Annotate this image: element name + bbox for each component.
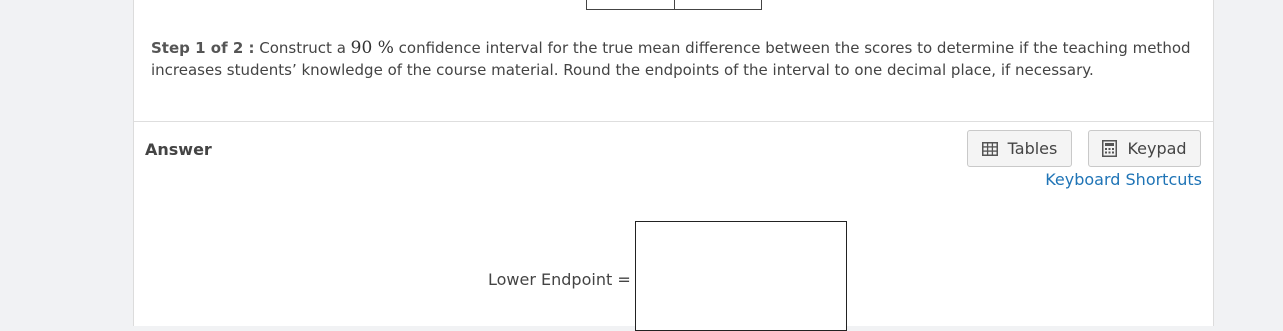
section-divider (134, 121, 1213, 122)
data-table-bottom-edge (586, 0, 762, 10)
table-cell (675, 0, 762, 9)
tables-button[interactable]: Tables (967, 130, 1072, 167)
confidence-level: 90 % (350, 38, 394, 58)
step-label: Step 1 of 2 : (151, 39, 255, 57)
calculator-icon (1102, 140, 1118, 157)
answer-heading: Answer (145, 140, 212, 159)
table-cell (587, 0, 675, 9)
question-prompt: Step 1 of 2 : Construct a 90 % confidenc… (151, 37, 1191, 81)
keypad-button-label: Keypad (1127, 139, 1187, 158)
question-card: Step 1 of 2 : Construct a 90 % confidenc… (133, 0, 1214, 331)
keypad-button[interactable]: Keypad (1088, 130, 1201, 167)
table-grid-icon (981, 141, 998, 156)
tables-button-label: Tables (1007, 139, 1058, 158)
lower-endpoint-label: Lower Endpoint = (488, 270, 631, 289)
lower-endpoint-input[interactable] (635, 221, 847, 331)
keyboard-shortcuts-link[interactable]: Keyboard Shortcuts (1045, 170, 1202, 189)
prompt-text-start: Construct a (259, 39, 346, 57)
